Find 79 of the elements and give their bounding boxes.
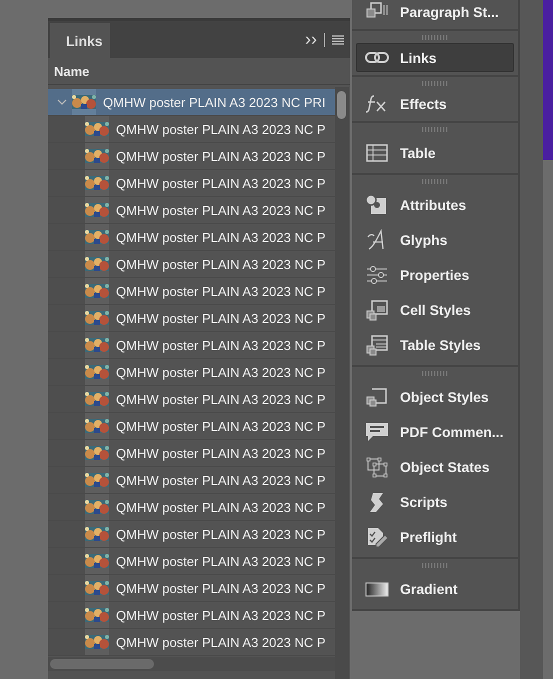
file-name: QMHW poster PLAIN A3 2023 NC P bbox=[116, 256, 326, 272]
grip-handle[interactable] bbox=[422, 81, 448, 86]
panel-button[interactable]: Scripts bbox=[356, 484, 514, 519]
file-name: QMHW poster PLAIN A3 2023 NC P bbox=[116, 554, 326, 568]
link-row[interactable]: QMHW poster PLAIN A3 2023 NC P bbox=[48, 575, 335, 602]
attributes-icon bbox=[365, 194, 389, 216]
file-name: QMHW poster PLAIN A3 2023 NC P bbox=[116, 580, 326, 596]
link-row[interactable]: QMHW poster PLAIN A3 2023 NC P bbox=[48, 440, 335, 467]
panel-button[interactable]: Table Styles bbox=[356, 327, 514, 362]
file-name: QMHW poster PLAIN A3 2023 NC P bbox=[116, 608, 326, 622]
file-name: QMHW poster PLAIN A3 2023 NC P bbox=[116, 446, 326, 460]
link-row[interactable]: QMHW poster PLAIN A3 2023 NC P bbox=[48, 359, 335, 386]
file-name: QMHW poster PLAIN A3 2023 NC P bbox=[116, 310, 326, 326]
horizontal-scrollbar[interactable] bbox=[48, 657, 335, 671]
link-row[interactable]: QMHW poster PLAIN A3 2023 NC P bbox=[48, 386, 335, 413]
link-row[interactable]: QMHW poster PLAIN A3 2023 NC P bbox=[48, 251, 335, 278]
link-row[interactable]: QMHW poster PLAIN A3 2023 NC P bbox=[48, 143, 335, 170]
link-row[interactable]: QMHW poster PLAIN A3 2023 NC P bbox=[48, 494, 335, 521]
file-name: QMHW poster PLAIN A3 2023 NC P bbox=[116, 472, 326, 488]
link-row[interactable]: QMHW poster PLAIN A3 2023 NC P bbox=[48, 521, 335, 548]
panel-button[interactable]: Table bbox=[356, 135, 514, 170]
file-name: QMHW poster PLAIN A3 2023 NC P bbox=[116, 148, 326, 164]
file-name: QMHW poster PLAIN A3 2023 NC PRI bbox=[103, 94, 326, 110]
file-name: QMHW poster PLAIN A3 2023 NC P bbox=[116, 526, 326, 542]
panel-button[interactable]: Object States bbox=[356, 449, 514, 484]
comment-icon bbox=[365, 420, 389, 442]
file-name: QMHW poster PLAIN A3 2023 NC P bbox=[116, 392, 326, 406]
file-name: QMHW poster PLAIN A3 2023 NC P bbox=[116, 418, 326, 434]
panel-button[interactable]: Cell Styles bbox=[356, 292, 514, 327]
object-states-icon bbox=[365, 456, 389, 478]
panel-button[interactable]: Links bbox=[356, 43, 514, 72]
vertical-scrollbar[interactable] bbox=[335, 87, 349, 679]
collapse-button[interactable]: ›› bbox=[305, 29, 317, 50]
link-row[interactable]: QMHW poster PLAIN A3 2023 NC P bbox=[48, 629, 335, 656]
file-name: QMHW poster PLAIN A3 2023 NC P bbox=[116, 500, 326, 514]
link-row[interactable]: QMHW poster PLAIN A3 2023 NC P bbox=[48, 170, 335, 197]
panel-button[interactable]: PDF Commen... bbox=[356, 414, 514, 449]
table-icon bbox=[365, 142, 389, 164]
panel-button[interactable]: Object Styles bbox=[356, 379, 514, 414]
link-row[interactable]: QMHW poster PLAIN A3 2023 NC P bbox=[48, 197, 335, 224]
panel-button[interactable]: Paragraph St... bbox=[356, 0, 514, 26]
column-header[interactable]: Name bbox=[54, 64, 90, 78]
link-row[interactable]: QMHW poster PLAIN A3 2023 NC P bbox=[48, 224, 335, 251]
grip-handle[interactable] bbox=[422, 371, 448, 376]
file-name: QMHW poster PLAIN A3 2023 NC P bbox=[116, 202, 326, 218]
grip-handle[interactable] bbox=[422, 563, 448, 568]
object-styles-icon bbox=[365, 386, 389, 408]
file-name: QMHW poster PLAIN A3 2023 NC P bbox=[116, 364, 326, 380]
menu-icon[interactable] bbox=[332, 34, 344, 44]
checklist-pencil-icon bbox=[365, 526, 389, 548]
file-name: QMHW poster PLAIN A3 2023 NC P bbox=[116, 230, 326, 244]
link-row[interactable]: QMHW poster PLAIN A3 2023 NC P bbox=[48, 305, 335, 332]
chevron-icon[interactable] bbox=[57, 98, 67, 106]
cell-styles-icon bbox=[365, 298, 389, 320]
link-row[interactable]: QMHW poster PLAIN A3 2023 NC PRI bbox=[48, 89, 335, 116]
grip-handle[interactable] bbox=[422, 127, 448, 132]
links-tab[interactable]: Links bbox=[50, 23, 110, 58]
link-row[interactable]: QMHW poster PLAIN A3 2023 NC P bbox=[48, 467, 335, 494]
link-row[interactable]: QMHW poster PLAIN A3 2023 NC P bbox=[48, 332, 335, 359]
panel-button[interactable]: Properties bbox=[356, 257, 514, 292]
file-name: QMHW poster PLAIN A3 2023 NC P bbox=[116, 122, 326, 136]
panel-button[interactable]: Gradient bbox=[356, 571, 514, 606]
panel-button[interactable]: Effects bbox=[356, 89, 514, 118]
link-row[interactable]: QMHW poster PLAIN A3 2023 NC P bbox=[48, 548, 335, 575]
file-name: QMHW poster PLAIN A3 2023 NC P bbox=[116, 284, 326, 298]
panel-button[interactable]: Preflight bbox=[356, 519, 514, 554]
grip-handle[interactable] bbox=[422, 179, 448, 184]
link-row[interactable]: QMHW poster PLAIN A3 2023 NC P bbox=[48, 278, 335, 305]
file-name: QMHW poster PLAIN A3 2023 NC P bbox=[116, 338, 326, 352]
table-styles-icon bbox=[365, 334, 389, 356]
link-row[interactable]: QMHW poster PLAIN A3 2023 NC P bbox=[48, 116, 335, 143]
grip-handle[interactable] bbox=[422, 35, 448, 40]
file-name: QMHW poster PLAIN A3 2023 NC P bbox=[116, 176, 326, 190]
link-row[interactable]: QMHW poster PLAIN A3 2023 NC P bbox=[48, 413, 335, 440]
sliders-icon bbox=[365, 264, 389, 286]
link-row[interactable]: QMHW poster PLAIN A3 2023 NC P bbox=[48, 602, 335, 629]
panel-button[interactable]: Attributes bbox=[356, 187, 514, 222]
panel-button[interactable]: Glyphs bbox=[356, 222, 514, 257]
file-name: QMHW poster PLAIN A3 2023 NC P bbox=[116, 634, 326, 650]
